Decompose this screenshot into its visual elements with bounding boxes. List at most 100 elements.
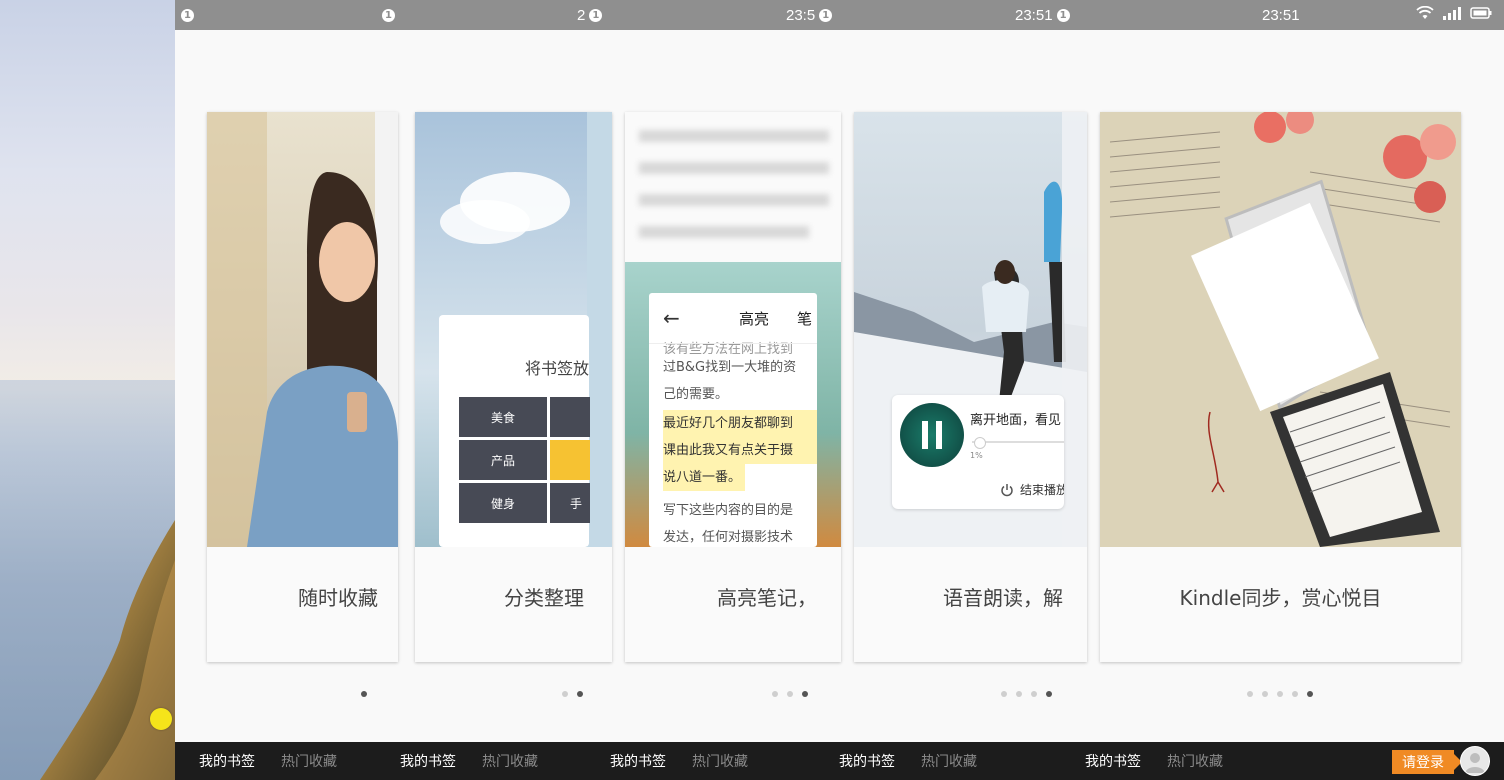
pager-dots: [562, 691, 583, 697]
highlighted-line: 最近好几个朋友都聊到: [663, 410, 817, 437]
cursor-dot: [150, 708, 172, 730]
nav-my-bookmarks[interactable]: 我的书签: [610, 751, 666, 771]
bottom-nav-group: 我的书签 热门收藏: [839, 742, 977, 780]
status-bar: 1 1 2 1 23:5 1 23:51 1 23:51: [175, 0, 1504, 30]
bottom-nav-group: 我的书签 热门收藏: [199, 742, 337, 780]
notification-badge: 1: [819, 8, 833, 22]
note-panel: ← 高亮 笔 该有些方法在网上找到 过B&G找到一大堆的资 己的需要。 最近好几…: [649, 293, 817, 547]
pager-dot-active[interactable]: [802, 691, 808, 697]
status-time: 23:51: [1015, 6, 1053, 24]
pager-dots: [1001, 691, 1052, 697]
nav-hot-collections[interactable]: 热门收藏: [482, 751, 538, 771]
nav-hot-collections[interactable]: 热门收藏: [692, 751, 748, 771]
blurred-text: [625, 112, 841, 262]
status-segment: 1: [382, 0, 395, 30]
pager-dot[interactable]: [1292, 691, 1298, 697]
pager-dot[interactable]: [1031, 691, 1037, 697]
notification-badge: 1: [1056, 8, 1070, 22]
status-segment: 23:51 1: [1015, 0, 1070, 30]
pager-dot[interactable]: [772, 691, 778, 697]
highlighted-line: 课由此我又有点关于摄: [663, 437, 817, 464]
feature-card-organize[interactable]: 将书签放 美食 产品 健身 手 分类整理: [415, 112, 612, 662]
card-image: 离开地面，看见 1% 结束播放: [854, 112, 1087, 547]
status-segment: 23:51: [1262, 0, 1300, 30]
progress-label: 1%: [970, 451, 983, 460]
pager-dot[interactable]: [787, 691, 793, 697]
feature-card-kindle[interactable]: Kindle同步，赏心悦目: [1100, 112, 1461, 662]
tag-cell-selected[interactable]: [550, 440, 590, 480]
album-art: [900, 403, 964, 467]
pause-icon[interactable]: [922, 421, 928, 449]
back-arrow-icon[interactable]: ←: [663, 306, 680, 330]
card-caption: 分类整理: [504, 586, 584, 610]
bottom-nav-group: 我的书签 热门收藏: [400, 742, 538, 780]
end-playback-button[interactable]: 结束播放: [1000, 481, 1064, 498]
highlighted-line: 说八道一番。: [663, 464, 746, 491]
card-image: [207, 112, 398, 547]
nav-my-bookmarks[interactable]: 我的书签: [400, 751, 456, 771]
cliff-illustration: [0, 380, 175, 780]
system-icons: [1416, 6, 1492, 20]
nav-hot-collections[interactable]: 热门收藏: [921, 751, 977, 771]
pager-dots: [1247, 691, 1313, 697]
app-main: 1 1 2 1 23:5 1 23:51 1 23:51 随时收藏 将书签放 美…: [175, 0, 1504, 780]
feature-card-collect[interactable]: 随时收藏: [207, 112, 398, 662]
tag-fitness[interactable]: 健身: [459, 483, 547, 523]
notification-badge: 1: [181, 8, 194, 22]
status-segment: 23:5 1: [786, 0, 833, 30]
pager-dot[interactable]: [1262, 691, 1268, 697]
card-caption: 语音朗读，解: [943, 586, 1063, 610]
tag-cell[interactable]: [550, 397, 590, 437]
note-button[interactable]: 笔: [797, 308, 812, 329]
card-image: 将书签放 美食 产品 健身 手: [415, 112, 612, 547]
avatar[interactable]: [1460, 746, 1490, 776]
note-text: 该有些方法在网上找到 过B&G找到一大堆的资 己的需要。 最近好几个朋友都聊到 …: [649, 336, 817, 547]
status-time: 23:51: [1262, 6, 1300, 24]
progress-thumb[interactable]: [974, 437, 986, 449]
progress-track[interactable]: [972, 437, 1064, 449]
bottom-nav-group: 我的书签 热门收藏: [1085, 742, 1223, 780]
pager-dot-active[interactable]: [1307, 691, 1313, 697]
login-button[interactable]: 请登录: [1392, 750, 1462, 774]
nav-my-bookmarks[interactable]: 我的书签: [1085, 751, 1141, 771]
status-segment: 2 1: [577, 0, 603, 30]
pager-dot[interactable]: [1001, 691, 1007, 697]
bottom-nav-bar: 我的书签 热门收藏 我的书签 热门收藏 我的书签 热门收藏 我的书签 热门收藏 …: [175, 742, 1504, 780]
pager-dots: [772, 691, 808, 697]
nav-hot-collections[interactable]: 热门收藏: [281, 751, 337, 771]
battery-icon: [1470, 7, 1492, 19]
status-segment: 1: [181, 0, 194, 30]
feature-card-highlight[interactable]: ← 高亮 笔 该有些方法在网上找到 过B&G找到一大堆的资 己的需要。 最近好几…: [625, 112, 841, 662]
highlight-button[interactable]: 高亮: [739, 308, 769, 329]
card-image: [1100, 112, 1461, 547]
pager-dot[interactable]: [1247, 691, 1253, 697]
tag-product[interactable]: 产品: [459, 440, 547, 480]
audio-player: 离开地面，看见 1% 结束播放: [892, 395, 1064, 509]
nav-hot-collections[interactable]: 热门收藏: [1167, 751, 1223, 771]
nav-my-bookmarks[interactable]: 我的书签: [839, 751, 895, 771]
card-image: ← 高亮 笔 该有些方法在网上找到 过B&G找到一大堆的资 己的需要。 最近好几…: [625, 112, 841, 547]
nav-my-bookmarks[interactable]: 我的书签: [199, 751, 255, 771]
pager-dot[interactable]: [1277, 691, 1283, 697]
tag-food[interactable]: 美食: [459, 397, 547, 437]
power-icon: [1001, 483, 1013, 496]
notification-badge: 1: [589, 8, 603, 22]
pager-dot[interactable]: [562, 691, 568, 697]
bookmark-dialog: 将书签放 美食 产品 健身 手: [439, 315, 590, 547]
pager-dot-active[interactable]: [577, 691, 583, 697]
pager-dot-active[interactable]: [1046, 691, 1052, 697]
status-time: 23:5: [786, 6, 816, 24]
dialog-title: 将书签放: [524, 359, 589, 378]
wifi-icon: [1416, 6, 1434, 19]
notification-badge: 1: [382, 8, 395, 22]
pager-dot-active[interactable]: [361, 691, 367, 697]
note-toolbar: ← 高亮 笔: [649, 293, 817, 344]
feature-card-read-aloud[interactable]: 离开地面，看见 1% 结束播放 语音朗读，解: [854, 112, 1087, 662]
card-caption: 随时收藏: [298, 586, 378, 610]
pager-dot[interactable]: [1016, 691, 1022, 697]
kindle-sync-image: [1100, 112, 1461, 547]
bottom-nav-group: 我的书签 热门收藏: [610, 742, 748, 780]
pager-dots: [361, 691, 367, 697]
tag-cell[interactable]: 手: [550, 483, 590, 523]
background-landscape: [0, 0, 175, 780]
